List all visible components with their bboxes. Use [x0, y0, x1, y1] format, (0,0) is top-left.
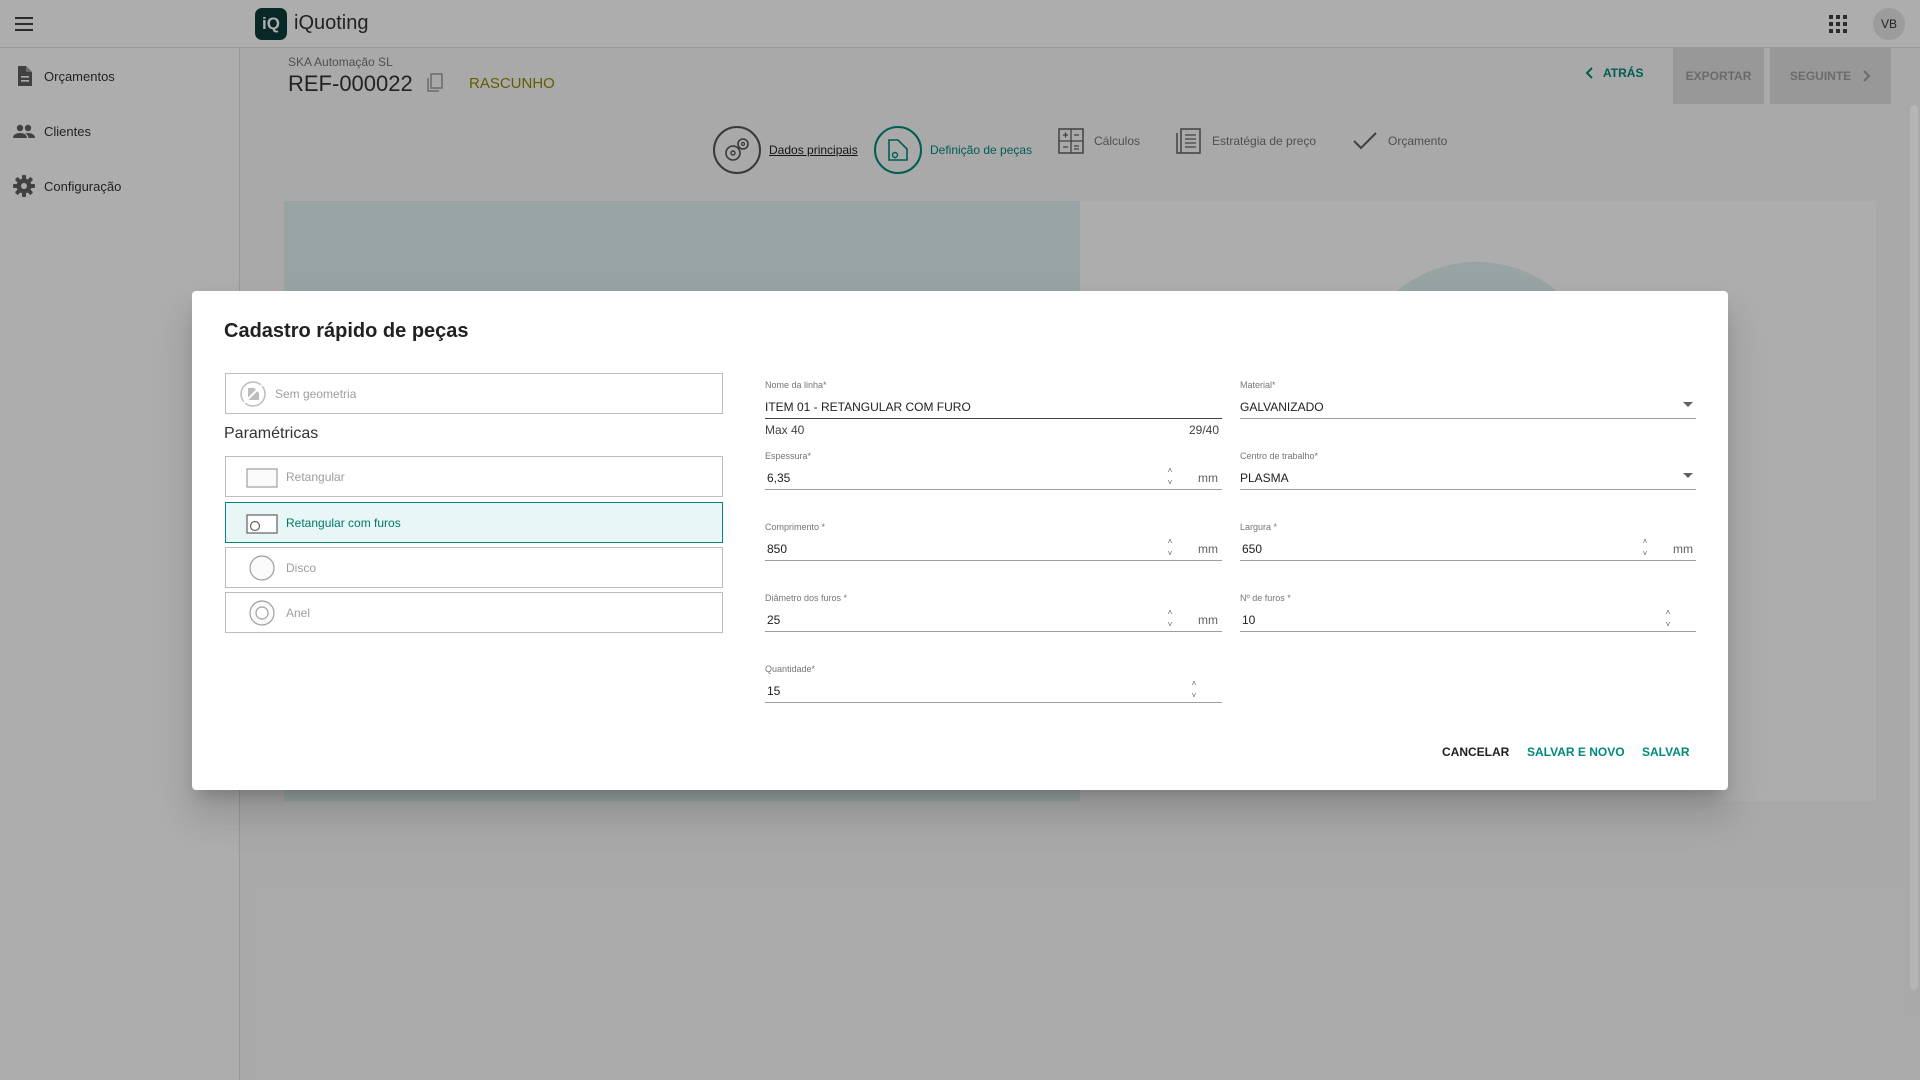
line-name-hint: Max 40	[765, 423, 805, 437]
work-center-value: PLASMA	[1240, 471, 1289, 485]
page-scrollbar[interactable]	[1910, 105, 1918, 990]
save-and-new-button[interactable]: SALVAR E NOVO	[1527, 745, 1625, 759]
thickness-field[interactable]: Espessura* 6,35 ˄ ˅ mm	[765, 451, 1222, 491]
option-label: Anel	[286, 606, 311, 620]
number-stepper-icon[interactable]: ˄ ˅	[1165, 609, 1175, 629]
ring-shape-icon	[249, 600, 275, 626]
line-name-counter: 29/40	[1189, 423, 1220, 437]
option-label: Retangular com furos	[286, 516, 401, 530]
field-label: Diâmetro dos furos *	[765, 593, 848, 603]
option-retangular[interactable]: Retangular	[225, 456, 723, 497]
no-geometry-icon	[240, 381, 266, 407]
disc-shape-icon	[249, 555, 275, 581]
unit-label: mm	[1198, 542, 1218, 556]
material-value: GALVANIZADO	[1240, 400, 1324, 414]
field-underline	[1240, 631, 1696, 632]
dropdown-arrow-icon[interactable]	[1683, 402, 1693, 407]
field-underline	[765, 560, 1222, 561]
field-underline	[1240, 418, 1696, 419]
option-no-geometry[interactable]: Sem geometria	[225, 373, 723, 414]
field-label: Espessura*	[765, 451, 812, 461]
field-underline	[765, 702, 1222, 703]
option-label: Disco	[286, 561, 317, 575]
hole-diameter-input[interactable]: 25	[767, 613, 780, 627]
unit-label: mm	[1673, 542, 1693, 556]
field-underline	[1240, 560, 1696, 561]
number-stepper-icon[interactable]: ˄ ˅	[1663, 609, 1673, 629]
number-stepper-icon[interactable]: ˄ ˅	[1640, 538, 1650, 558]
save-button[interactable]: SALVAR	[1642, 745, 1690, 759]
quantity-field[interactable]: Quantidade* 15 ˄ ˅	[765, 664, 1222, 704]
length-input[interactable]: 850	[767, 542, 787, 556]
field-label: Nº de furos *	[1240, 593, 1291, 603]
option-label: Sem geometria	[275, 387, 357, 401]
line-name-input[interactable]: ITEM 01 - RETANGULAR COM FURO	[765, 400, 971, 414]
field-label: Largura *	[1240, 522, 1278, 532]
field-underline	[1240, 489, 1696, 490]
option-label: Retangular	[286, 470, 345, 484]
line-name-field[interactable]: Nome da linha* ITEM 01 - RETANGULAR COM …	[765, 380, 1222, 420]
field-underline	[765, 631, 1222, 632]
option-anel[interactable]: Anel	[225, 592, 723, 633]
width-field[interactable]: Largura * 650 ˄ ˅ mm	[1240, 522, 1696, 562]
field-underline	[765, 489, 1222, 490]
width-input[interactable]: 650	[1242, 542, 1262, 556]
dialog-title: Cadastro rápido de peças	[224, 320, 469, 342]
quick-part-dialog: Cadastro rápido de peças Sem geometria P…	[192, 291, 1728, 790]
cancel-button[interactable]: CANCELAR	[1442, 745, 1509, 759]
field-underline	[765, 418, 1222, 419]
length-field[interactable]: Comprimento * 850 ˄ ˅ mm	[765, 522, 1222, 562]
rectangle-with-holes-icon	[246, 514, 278, 534]
field-label: Nome da linha*	[765, 380, 827, 390]
dropdown-arrow-icon[interactable]	[1683, 473, 1693, 478]
material-select[interactable]: Material* GALVANIZADO	[1240, 380, 1696, 420]
rectangle-shape-icon	[246, 468, 278, 488]
field-label: Centro de trabalho*	[1240, 451, 1319, 461]
option-retangular-com-furos[interactable]: Retangular com furos	[225, 502, 723, 543]
hole-count-input[interactable]: 10	[1242, 613, 1255, 627]
work-center-select[interactable]: Centro de trabalho* PLASMA	[1240, 451, 1696, 491]
number-stepper-icon[interactable]: ˄ ˅	[1165, 538, 1175, 558]
unit-label: mm	[1198, 471, 1218, 485]
field-label: Comprimento *	[765, 522, 826, 532]
field-label: Material*	[1240, 380, 1276, 390]
parametric-section-title: Paramétricas	[224, 425, 319, 442]
thickness-input[interactable]: 6,35	[767, 471, 790, 485]
option-disco[interactable]: Disco	[225, 547, 723, 588]
unit-label: mm	[1198, 613, 1218, 627]
hole-diameter-field[interactable]: Diâmetro dos furos * 25 ˄ ˅ mm	[765, 593, 1222, 633]
field-label: Quantidade*	[765, 664, 816, 674]
hole-count-field[interactable]: Nº de furos * 10 ˄ ˅	[1240, 593, 1696, 633]
number-stepper-icon[interactable]: ˄ ˅	[1165, 467, 1175, 487]
quantity-input[interactable]: 15	[767, 684, 780, 698]
number-stepper-icon[interactable]: ˄ ˅	[1189, 680, 1199, 700]
